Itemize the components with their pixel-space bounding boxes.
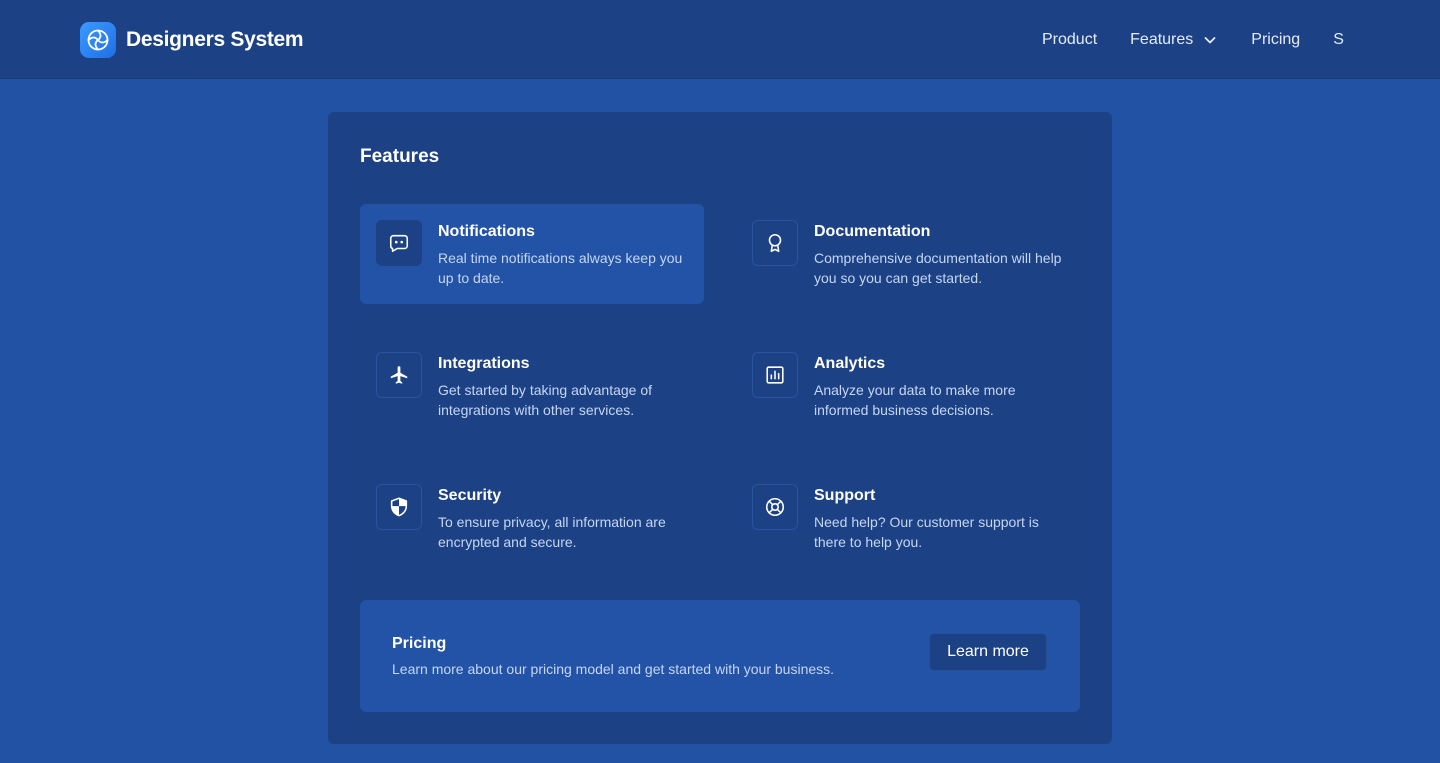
lifebuoy-icon bbox=[752, 484, 798, 530]
award-icon bbox=[752, 220, 798, 266]
nav-more-link[interactable]: S bbox=[1333, 31, 1344, 49]
feature-integrations[interactable]: Integrations Get started by taking advan… bbox=[360, 336, 704, 436]
nav-features-label: Features bbox=[1130, 31, 1194, 48]
pricing-description: Learn more about our pricing model and g… bbox=[392, 661, 835, 677]
airplane-icon bbox=[376, 352, 422, 398]
aperture-icon bbox=[80, 22, 116, 58]
feature-description: Real time notifications always keep you … bbox=[438, 250, 683, 286]
dropdown-title: Features bbox=[360, 146, 440, 167]
chat-bubble-icon bbox=[376, 220, 422, 266]
pricing-callout: Pricing Learn more about our pricing mod… bbox=[360, 600, 1080, 712]
feature-description: To ensure privacy, all information are e… bbox=[438, 514, 666, 550]
feature-description: Comprehensive documentation will help yo… bbox=[814, 250, 1062, 286]
feature-description: Analyze your data to make more informed … bbox=[814, 382, 1016, 418]
feature-notifications[interactable]: Notifications Real time notifications al… bbox=[360, 204, 704, 304]
learn-more-button[interactable]: Learn more bbox=[929, 633, 1047, 671]
feature-security[interactable]: Security To ensure privacy, all informat… bbox=[360, 468, 704, 568]
feature-title: Notifications bbox=[438, 223, 535, 240]
nav-features-toggle[interactable]: Features bbox=[1130, 31, 1218, 49]
feature-documentation[interactable]: Documentation Comprehensive documentatio… bbox=[736, 204, 1080, 304]
feature-title: Support bbox=[814, 487, 876, 504]
brand-link[interactable]: Designers System bbox=[80, 22, 304, 58]
features-dropdown: Features Notifications Real time notific… bbox=[328, 112, 1112, 744]
feature-description: Need help? Our customer support is there… bbox=[814, 514, 1039, 550]
nav-product-link[interactable]: Product bbox=[1042, 31, 1097, 49]
chevron-down-icon bbox=[1204, 37, 1216, 44]
nav-links: Product Features Pricing S bbox=[1042, 28, 1344, 52]
bar-chart-icon bbox=[752, 352, 798, 398]
pricing-title: Pricing bbox=[392, 635, 447, 652]
feature-title: Integrations bbox=[438, 355, 530, 372]
nav-pricing-link[interactable]: Pricing bbox=[1251, 31, 1300, 49]
feature-support[interactable]: Support Need help? Our customer support … bbox=[736, 468, 1080, 568]
feature-title: Documentation bbox=[814, 223, 931, 240]
navbar: Designers System Product Features Pricin… bbox=[0, 0, 1440, 79]
feature-description: Get started by taking advantage of integ… bbox=[438, 382, 653, 418]
feature-title: Analytics bbox=[814, 355, 886, 372]
feature-title: Security bbox=[438, 487, 502, 504]
brand-name: Designers System bbox=[126, 28, 304, 51]
feature-analytics[interactable]: Analytics Analyze your data to make more… bbox=[736, 336, 1080, 436]
shield-icon bbox=[376, 484, 422, 530]
